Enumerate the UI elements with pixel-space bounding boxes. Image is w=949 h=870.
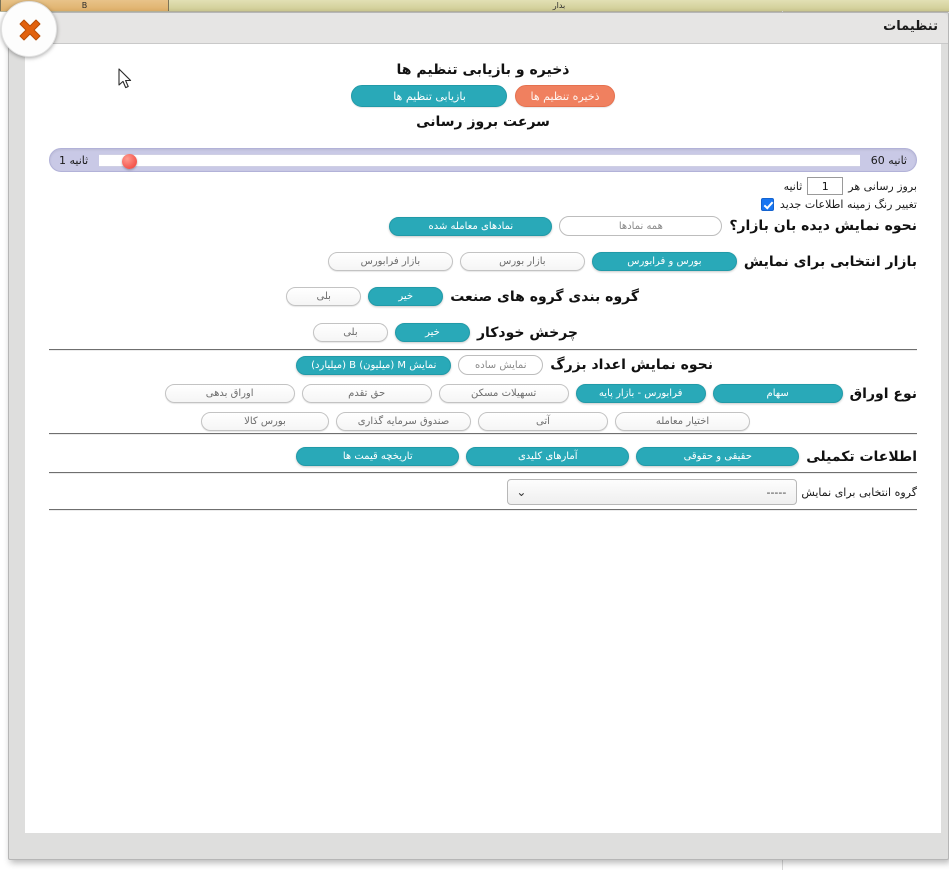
slider-min-label: ثانیه 1 <box>59 153 89 167</box>
dialog-title: تنظیمات <box>883 19 938 34</box>
supplementary-info-row: اطلاعات تکمیلی حقیقی و حقوقی آمارهای کلی… <box>296 447 917 466</box>
restore-settings-button[interactable]: بازیابی تنظیم ها <box>351 85 508 107</box>
chevron-down-icon: ⌄ <box>516 485 527 499</box>
divider-above-supplementary <box>49 433 917 435</box>
divider-below-group-select <box>49 509 917 511</box>
watchlist-display-label: نحوه نمایش دیده بان بازار؟ <box>729 218 917 234</box>
auto-rotate-no[interactable]: خیر <box>394 323 470 342</box>
securities-type-row-2: اختیار معامله آتی صندوق سرمایه گذاری بور… <box>201 412 750 431</box>
supplementary-info-label: اطلاعات تکمیلی <box>806 448 917 465</box>
security-option-housing-facility[interactable]: تسهیلات مسکن <box>438 384 569 403</box>
group-select-dropdown[interactable]: ----- ⌄ <box>507 479 798 505</box>
industry-grouping-yes[interactable]: بلی <box>286 287 362 306</box>
spreadsheet-column-header-a[interactable]: بدار <box>168 0 949 11</box>
highlight-new-data-label: تغییر رنگ زمینه اطلاعات جدید <box>779 198 917 211</box>
security-option-farabourse-base[interactable]: فرابورس - بازار پایه <box>575 384 706 403</box>
auto-rotate-label: چرخش خودکار <box>476 324 578 341</box>
security-option-commodity-exchange[interactable]: بورس کالا <box>201 412 329 431</box>
industry-grouping-no[interactable]: خیر <box>368 287 444 306</box>
watchlist-option-all-symbols[interactable]: همه نمادها <box>559 216 723 236</box>
market-option-farabourse[interactable]: بازار فرابورس <box>327 252 453 271</box>
refresh-interval-row: بروز رسانی هر ثانیه <box>784 177 917 195</box>
slider-handle[interactable] <box>121 153 137 169</box>
group-select-row: گروه انتخابی برای نمایش ----- ⌄ <box>507 479 917 505</box>
dialog-content-area: ذخیره و بازیابی تنظیم ها ذخیره تنظیم ها … <box>25 44 941 833</box>
group-select-value: ----- <box>766 485 787 499</box>
group-select-label: گروه انتخابی برای نمایش <box>801 485 917 499</box>
big-numbers-abbrev[interactable]: نمایش M (میلیون) B (میلیارد) <box>296 355 452 375</box>
close-x-icon <box>19 19 41 41</box>
supplementary-option-price-history[interactable]: تاریخچه قیمت ها <box>296 447 460 466</box>
highlight-new-data-row[interactable]: تغییر رنگ زمینه اطلاعات جدید <box>760 198 917 211</box>
big-numbers-label: نحوه نمایش اعداد بزرگ <box>550 357 713 373</box>
slider-max-label: ثانیه 60 <box>870 153 907 167</box>
security-option-preemptive-right[interactable]: حق تقدم <box>301 384 432 403</box>
security-option-debt-securities[interactable]: اوراق بدهی <box>164 384 295 403</box>
highlight-new-data-checkbox[interactable] <box>760 198 774 211</box>
auto-rotate-yes[interactable]: بلی <box>312 323 388 342</box>
dialog-titlebar: تنظیمات <box>25 13 948 44</box>
security-option-option-contract[interactable]: اختیار معامله <box>615 412 750 431</box>
selected-market-row: بازار انتخابی برای نمایش بورس و فرابورس … <box>327 252 917 271</box>
save-restore-button-group: ذخیره تنظیم ها بازیابی تنظیم ها <box>25 85 941 107</box>
refresh-speed-heading: سرعت بروز رسانی <box>416 114 550 130</box>
market-option-bourse[interactable]: بازار بورس <box>459 252 585 271</box>
auto-rotate-row: چرخش خودکار خیر بلی <box>312 323 578 342</box>
watchlist-option-traded-symbols[interactable]: نمادهای معامله شده <box>389 216 553 236</box>
market-option-bourse-farabourse[interactable]: بورس و فرابورس <box>591 252 737 271</box>
slider-track[interactable] <box>99 153 860 169</box>
supplementary-option-individual-institutional[interactable]: حقیقی و حقوقی <box>636 447 800 466</box>
settings-dialog: تنظیمات ذخیره و بازیابی تنظیم ها ذخیره ت… <box>1 1 949 860</box>
refresh-interval-input[interactable] <box>807 177 844 195</box>
selected-market-label: بازار انتخابی برای نمایش <box>743 253 917 270</box>
save-restore-heading: ذخیره و بازیابی تنظیم ها <box>396 62 570 78</box>
big-numbers-row: نحوه نمایش اعداد بزرگ نمایش ساده نمایش M… <box>296 355 713 375</box>
securities-type-label: نوع اوراق <box>849 385 917 402</box>
security-option-investment-fund[interactable]: صندوق سرمایه گذاری <box>336 412 471 431</box>
divider-above-securities <box>49 349 917 351</box>
save-settings-button[interactable]: ذخیره تنظیم ها <box>515 85 615 107</box>
refresh-interval-suffix: ثانیه <box>783 179 803 193</box>
supplementary-option-key-statistics[interactable]: آمارهای کلیدی <box>466 447 630 466</box>
security-option-saham[interactable]: سهام <box>712 384 843 403</box>
close-dialog-button[interactable] <box>1 1 57 57</box>
spreadsheet-header-row: B بدار <box>0 0 949 11</box>
divider-above-group-select <box>49 472 917 474</box>
security-option-futures[interactable]: آتی <box>478 412 608 431</box>
securities-type-row-1: نوع اوراق سهام فرابورس - بازار پایه تسهی… <box>164 384 917 403</box>
industry-grouping-label: گروه بندی گروه های صنعت <box>450 288 639 305</box>
industry-grouping-row: گروه بندی گروه های صنعت خیر بلی <box>286 287 639 306</box>
watchlist-display-row: نحوه نمایش دیده بان بازار؟ همه نمادها نم… <box>389 216 917 236</box>
refresh-speed-slider[interactable]: ثانیه 60 ثانیه 1 <box>49 148 917 172</box>
refresh-interval-prefix: بروز رسانی هر <box>848 179 917 193</box>
big-numbers-simple[interactable]: نمایش ساده <box>458 355 544 375</box>
